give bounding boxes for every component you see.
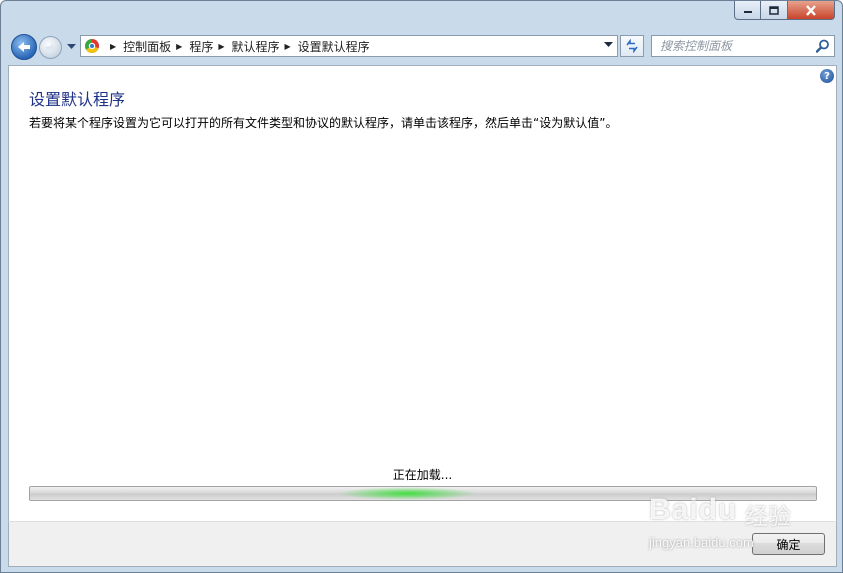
help-icon[interactable]: ? [820, 69, 834, 83]
search-input[interactable] [660, 39, 810, 53]
minimize-icon [743, 11, 752, 13]
breadcrumb-separator-icon[interactable]: ▶ [176, 42, 182, 51]
refresh-icon [626, 39, 638, 53]
address-dropdown-icon[interactable] [604, 42, 613, 48]
ok-button[interactable]: 确定 [752, 533, 825, 555]
arrow-left-icon [18, 42, 30, 52]
footer-bar: 确定 [8, 521, 837, 567]
breadcrumb-item-control-panel[interactable]: 控制面板 [123, 38, 171, 55]
recent-pages-button[interactable] [66, 42, 76, 52]
close-icon [806, 4, 816, 16]
loading-progress-bar [29, 486, 817, 501]
loading-text: 正在加载... [392, 468, 453, 482]
breadcrumb-item-set-default-programs[interactable]: 设置默认程序 [298, 38, 370, 55]
caption-buttons [734, 1, 835, 20]
page-title: 设置默认程序 [29, 90, 126, 109]
back-button[interactable] [11, 34, 37, 60]
minimize-button[interactable] [734, 1, 761, 20]
arrow-right-icon [45, 43, 56, 52]
window-frame: ▶ 控制面板 ▶ 程序 ▶ 默认程序 ▶ 设置默认程序 搜索控制面板 ? 设置默… [0, 0, 843, 573]
page-description: 若要将某个程序设置为它可以打开的所有文件类型和协议的默认程序，请单击该程序，然后… [29, 116, 618, 130]
refresh-button[interactable] [620, 35, 644, 57]
maximize-icon [769, 5, 779, 15]
main-content: ? 设置默认程序 若要将某个程序设置为它可以打开的所有文件类型和协议的默认程序，… [8, 65, 837, 521]
close-button[interactable] [788, 1, 835, 20]
breadcrumb-item-default-programs[interactable]: 默认程序 [232, 38, 280, 55]
forward-button[interactable] [39, 36, 62, 59]
maximize-button[interactable] [761, 1, 788, 20]
breadcrumb: ▶ 控制面板 ▶ 程序 ▶ 默认程序 ▶ 设置默认程序 [105, 38, 370, 55]
breadcrumb-separator-icon[interactable]: ▶ [110, 42, 116, 51]
search-box[interactable] [651, 35, 835, 57]
title-bar[interactable] [1, 1, 842, 29]
breadcrumb-item-programs[interactable]: 程序 [189, 38, 213, 55]
control-panel-icon [85, 39, 99, 53]
progress-glow [337, 487, 477, 500]
breadcrumb-separator-icon[interactable]: ▶ [218, 42, 224, 51]
search-icon[interactable] [816, 39, 830, 53]
chevron-down-icon [66, 44, 76, 49]
address-bar[interactable]: ▶ 控制面板 ▶ 程序 ▶ 默认程序 ▶ 设置默认程序 [80, 35, 618, 57]
breadcrumb-separator-icon[interactable]: ▶ [285, 42, 291, 51]
navigation-bar: ▶ 控制面板 ▶ 程序 ▶ 默认程序 ▶ 设置默认程序 [1, 29, 842, 65]
